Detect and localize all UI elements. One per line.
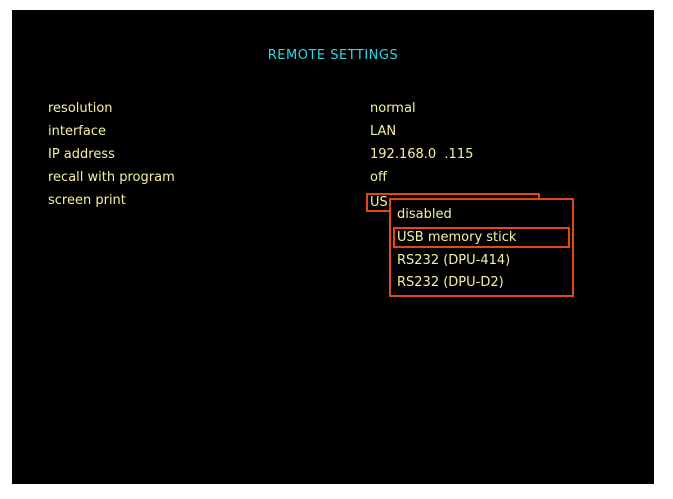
device-frame: REMOTE SETTINGS resolution normal interf…: [0, 0, 673, 499]
setting-value: normal: [370, 101, 416, 116]
setting-value: 192.168.0 .115: [370, 147, 474, 162]
setting-label: resolution: [48, 101, 113, 116]
page-title: REMOTE SETTINGS: [267, 48, 399, 63]
dropdown-option-rs232-dpu-414[interactable]: RS232 (DPU-414): [395, 251, 510, 272]
dropdown-option-usb-memory-stick[interactable]: USB memory stick: [393, 227, 570, 248]
setting-value: off: [370, 170, 387, 185]
dropdown-option-disabled[interactable]: disabled: [395, 205, 452, 226]
display-screen: REMOTE SETTINGS resolution normal interf…: [10, 8, 656, 486]
setting-label: interface: [48, 124, 106, 139]
setting-label: recall with program: [48, 170, 175, 185]
screen-print-current-value: US: [370, 195, 388, 210]
screen-print-dropdown[interactable]: disabled USB memory stick RS232 (DPU-414…: [389, 198, 574, 297]
setting-label: IP address: [48, 147, 115, 162]
setting-label: screen print: [48, 193, 126, 208]
dropdown-option-rs232-dpu-d2[interactable]: RS232 (DPU-D2): [395, 273, 504, 294]
setting-value: LAN: [370, 124, 397, 139]
